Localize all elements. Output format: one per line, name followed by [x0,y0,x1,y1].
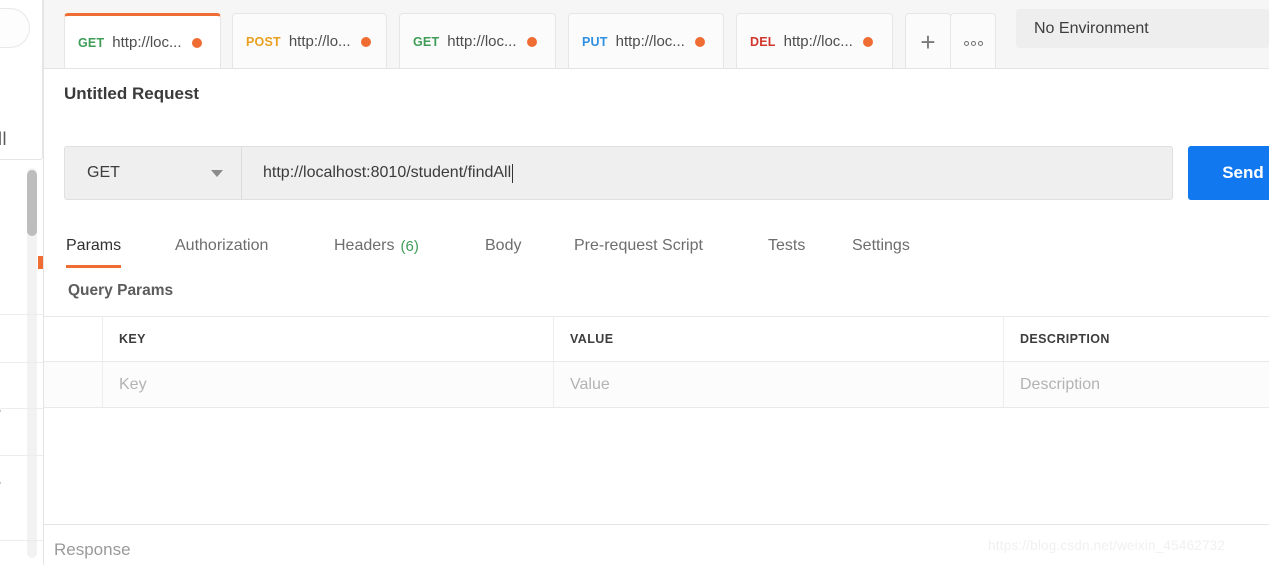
request-tab-3[interactable]: GET http://loc... [399,13,556,69]
http-method-label: GET [87,164,120,181]
unsaved-dot-icon [360,36,371,47]
request-tab-5-method: DEL [750,34,776,49]
unsaved-dot-icon [694,36,705,47]
column-header-key-label: KEY [119,332,146,346]
request-tab-2-method: POST [246,34,281,49]
plus-icon: + [920,26,936,57]
column-header-description: DESCRIPTION [1004,317,1269,361]
query-params-table: KEY VALUE DESCRIPTION Key Value Descript… [44,316,1269,408]
row-value-placeholder: Value [570,375,610,393]
request-tab-4[interactable]: PUT http://loc... [568,13,724,69]
tab-authorization-label: Authorization [175,237,269,254]
request-tab-2-url: http://lo... [288,33,351,50]
column-header-value: VALUE [554,317,1004,361]
sidebar-divider [0,362,44,363]
request-tab-bar: GET http://loc... POST http://lo... GET … [44,0,1269,69]
column-header-key: KEY [103,317,554,361]
main-panel: GET http://loc... POST http://lo... GET … [44,0,1269,565]
new-tab-button[interactable]: + [905,13,951,69]
unsaved-dot-icon [526,36,537,47]
environment-selector[interactable]: No Environment [1016,9,1269,48]
row-value-cell[interactable]: Value [554,362,1004,407]
active-tab-indicator [66,265,122,268]
request-tab-2[interactable]: POST http://lo... [232,13,387,69]
tab-params-label: Params [66,237,122,254]
request-tab-5-url: http://loc... [783,33,853,50]
row-description-placeholder: Description [1020,375,1101,393]
request-url-input[interactable]: http://localhost:8010/student/findAll [241,146,1173,200]
row-key-placeholder: Key [119,375,147,393]
sidebar-partial-strip: ll / / [0,0,44,565]
sidebar-divider [0,540,44,541]
request-tab-1[interactable]: GET http://loc... [64,13,221,69]
table-row[interactable]: Key Value Description [44,362,1269,408]
column-header-value-label: VALUE [570,332,614,346]
request-tab-4-url: http://loc... [615,33,685,50]
sidebar-divider [0,314,44,315]
sidebar-text-fragment-2: / [0,407,1,427]
ellipsis-icon [963,33,984,50]
sidebar-divider [0,408,44,409]
request-url-value: http://localhost:8010/student/findAll [263,164,512,181]
response-pane-divider[interactable] [44,524,1269,525]
tab-tests-label: Tests [768,237,806,254]
tab-pre-request-script[interactable]: Pre-request Script [574,224,703,268]
tab-body[interactable]: Body [485,224,521,268]
sidebar-text-fragment-3: / [0,479,1,499]
request-tab-5[interactable]: DEL http://loc... [736,13,893,69]
column-header-description-label: DESCRIPTION [1020,332,1110,346]
tab-pre-request-script-label: Pre-request Script [574,237,703,254]
row-checkbox-cell[interactable] [44,362,103,407]
request-tab-3-method: GET [413,34,440,49]
http-method-dropdown[interactable]: GET [64,146,241,200]
select-all-cell [44,317,103,361]
query-params-title: Query Params [68,282,174,299]
sidebar-scrollbar-thumb[interactable] [27,170,37,236]
tab-headers-count: (6) [400,237,419,255]
request-title[interactable]: Untitled Request [64,84,199,104]
request-tab-1-url: http://loc... [112,34,182,51]
send-button[interactable]: Send [1188,146,1269,200]
tab-settings[interactable]: Settings [852,224,910,268]
environment-selector-label: No Environment [1034,19,1149,37]
tab-options-button[interactable] [950,13,996,69]
request-tab-list: GET http://loc... POST http://lo... GET … [44,0,1016,69]
tab-tests[interactable]: Tests [768,224,805,268]
request-tab-3-url: http://loc... [447,33,517,50]
request-section-tabs: Params Authorization Headers (6) Body Pr… [44,224,1269,268]
tab-headers[interactable]: Headers (6) [334,224,419,268]
row-description-cell[interactable]: Description [1004,362,1269,407]
tab-bar-divider [44,68,1269,69]
sidebar-divider [0,455,44,456]
unsaved-dot-icon [862,36,873,47]
text-cursor [512,163,514,183]
unsaved-dot-icon [191,37,202,48]
tab-body-label: Body [485,237,522,254]
tab-headers-label: Headers [334,237,395,254]
row-key-cell[interactable]: Key [103,362,554,407]
table-header-row: KEY VALUE DESCRIPTION [44,316,1269,362]
postman-window: ll / / GET http://loc... POST http://lo [0,0,1269,565]
tab-authorization[interactable]: Authorization [175,224,268,268]
watermark: https://blog.csdn.net/weixin_45462732 [988,538,1226,553]
tab-settings-label: Settings [852,237,910,254]
request-tab-1-method: GET [78,35,105,50]
response-title: Response [54,540,131,559]
request-tab-4-method: PUT [582,34,608,49]
chevron-down-icon [211,169,223,177]
sidebar-text-fragment-1: ll [0,129,7,149]
tab-params[interactable]: Params [66,224,122,268]
